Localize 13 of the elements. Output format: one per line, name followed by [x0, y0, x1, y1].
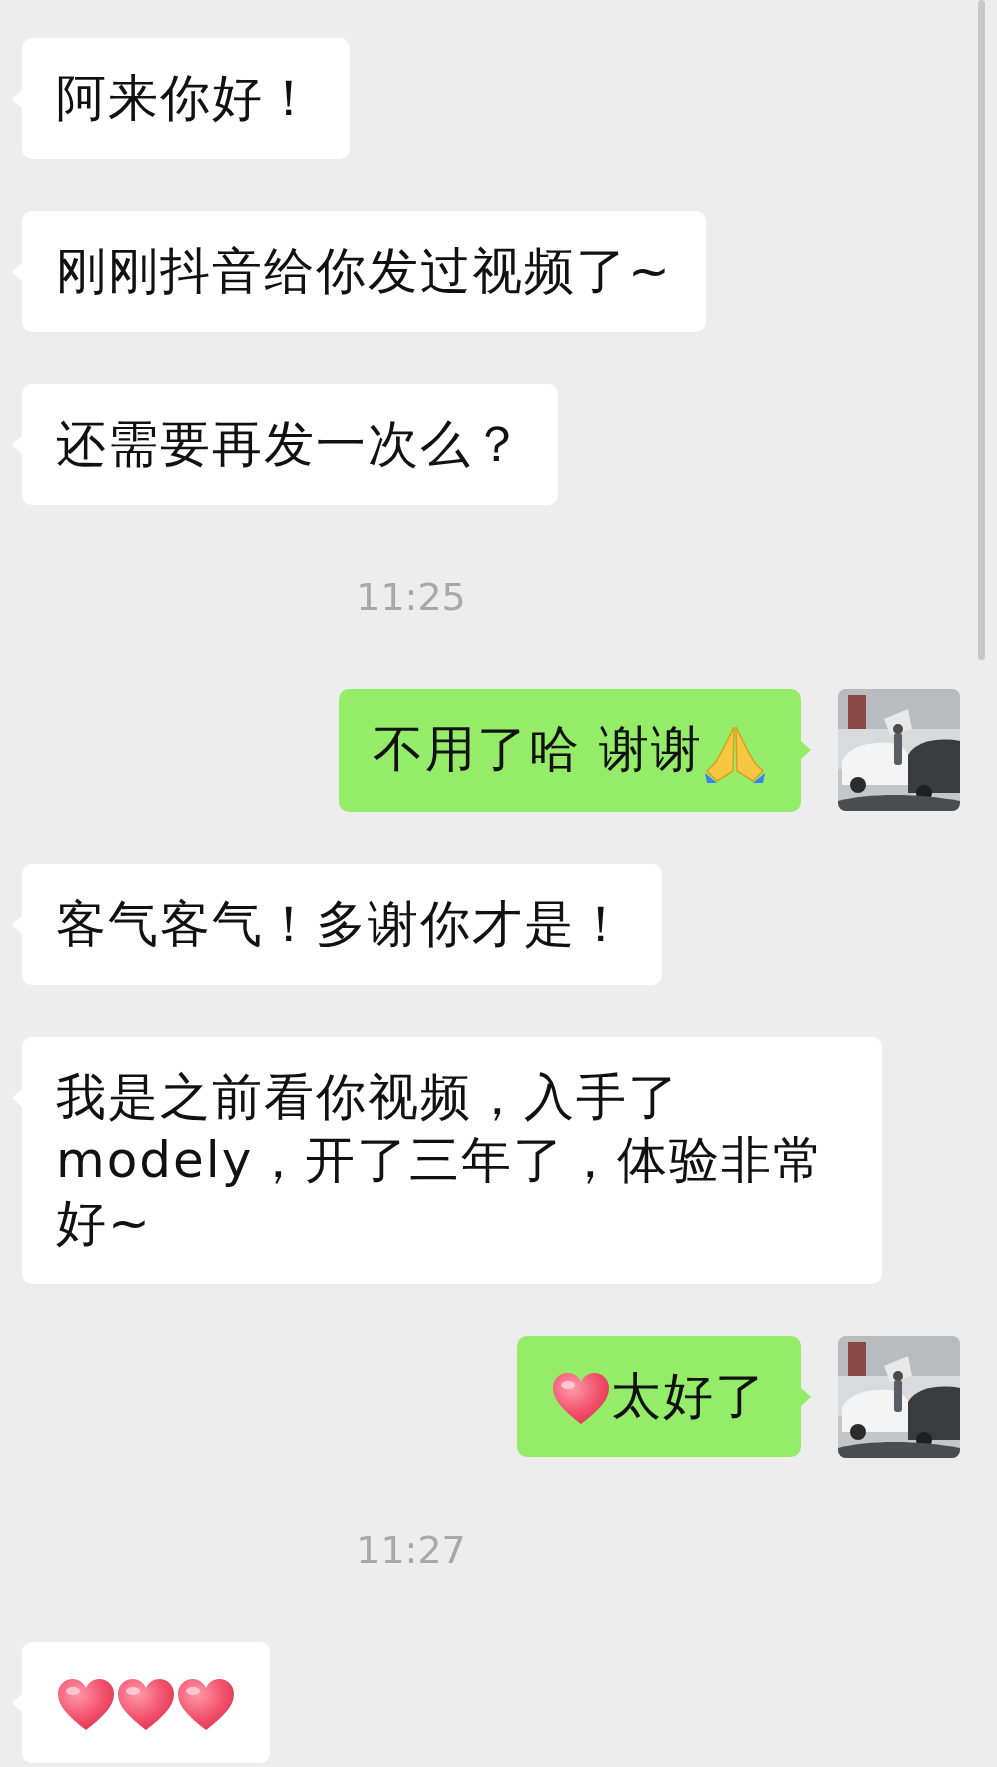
message-text: 不用了哈 谢谢	[373, 720, 703, 778]
heart-icon	[176, 1678, 236, 1732]
timestamp: 11:25	[356, 575, 466, 619]
message-text: 客气客气！多谢你才是！	[56, 894, 628, 953]
message-text: 还需要再发一次么？	[56, 415, 524, 473]
message-text: 太好了	[611, 1366, 767, 1425]
message-text: 阿来你好！	[56, 69, 316, 127]
message-text: 我是之前看你视频，入手了modely，开了三年了，体验非常好~	[56, 1067, 826, 1252]
heart-icon	[551, 1372, 611, 1426]
heart-icon	[116, 1678, 176, 1732]
heart-icon	[56, 1678, 116, 1732]
timestamp: 11:27	[356, 1527, 466, 1572]
message-text: 刚刚抖音给你发过视频了~	[56, 242, 672, 300]
